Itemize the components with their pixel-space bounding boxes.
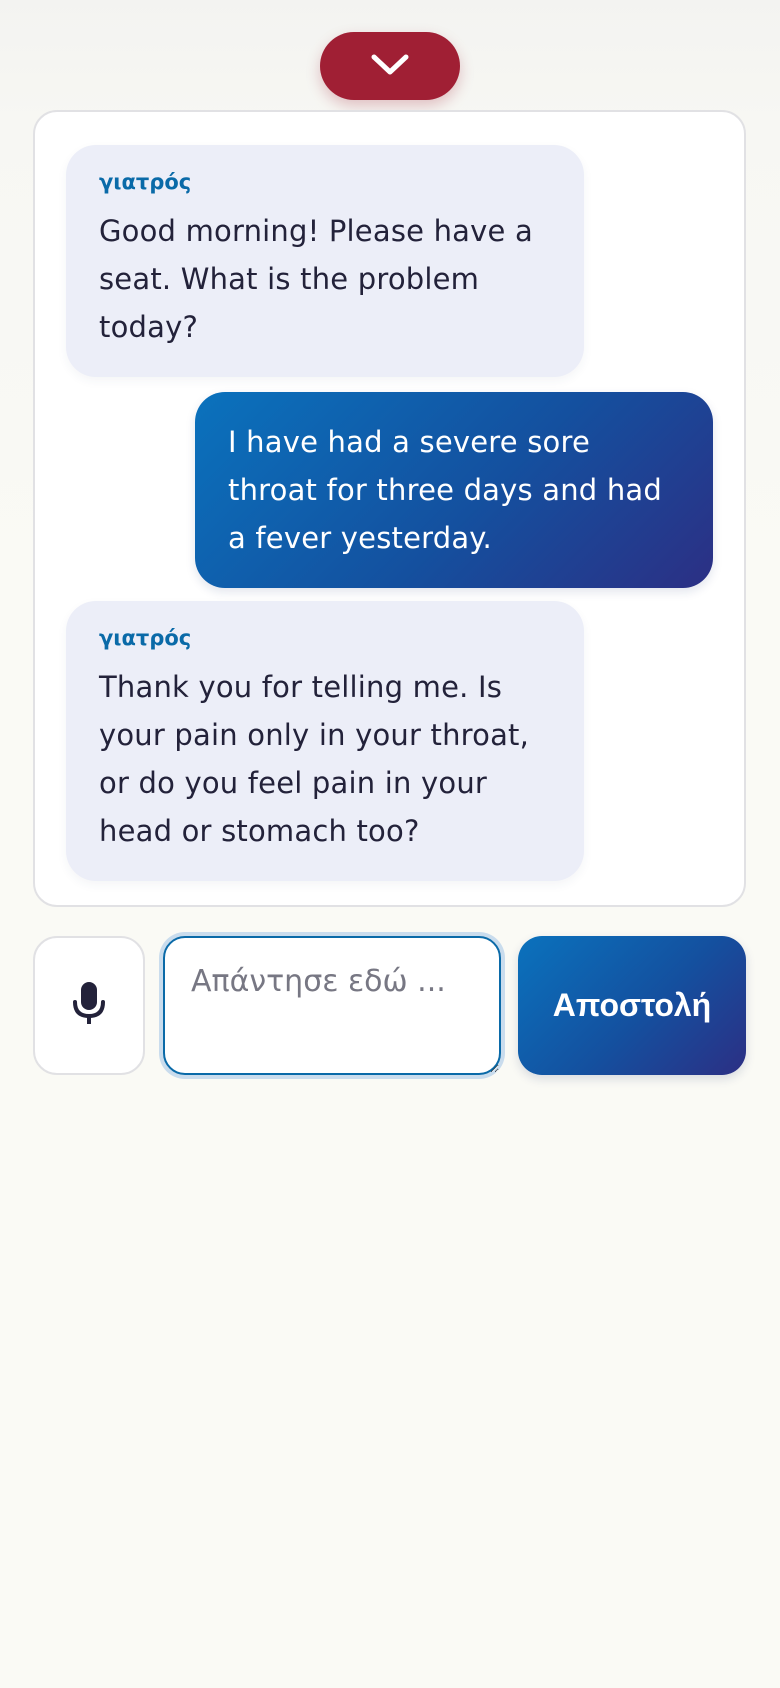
collapse-button[interactable] <box>320 32 460 100</box>
doctor-message: γιατρός Thank you for telling me. Is you… <box>66 601 584 881</box>
chat-panel: γιατρός Good morning! Please have a seat… <box>33 110 746 907</box>
message-text: Thank you for telling me. Is your pain o… <box>99 670 530 848</box>
microphone-button[interactable] <box>33 936 145 1075</box>
doctor-message: γιατρός Good morning! Please have a seat… <box>66 145 584 377</box>
composer: Αποστολή <box>33 936 746 1075</box>
message-sender: γιατρός <box>99 170 192 194</box>
reply-input[interactable] <box>163 936 501 1075</box>
message-text: I have had a severe sore throat for thre… <box>228 425 662 555</box>
message-text: Good morning! Please have a seat. What i… <box>99 214 533 344</box>
user-message: I have had a severe sore throat for thre… <box>195 392 713 588</box>
send-button[interactable]: Αποστολή <box>518 936 746 1075</box>
microphone-icon <box>71 980 107 1031</box>
message-sender: γιατρός <box>99 626 192 650</box>
chevron-down-icon <box>370 53 410 80</box>
